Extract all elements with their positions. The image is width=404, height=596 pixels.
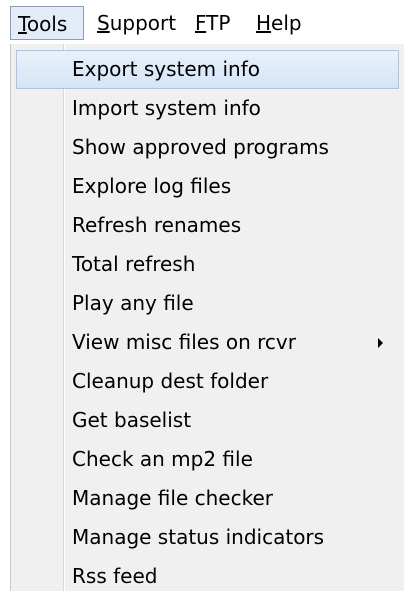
menu-ftp-label: TP — [206, 11, 231, 35]
menu-item-show-approved-programs[interactable]: Show approved programs — [11, 128, 403, 167]
menu-item-view-misc-files-on-rcvr[interactable]: View misc files on rcvr — [11, 323, 403, 362]
menu-ftp[interactable]: FTP — [195, 6, 230, 40]
menu-item-explore-log-files[interactable]: Explore log files — [11, 167, 403, 206]
menu-item-label: Manage file checker — [72, 486, 273, 510]
menu-item-label: Cleanup dest folder — [72, 369, 269, 393]
menu-item-manage-status-indicators[interactable]: Manage status indicators — [11, 518, 403, 557]
menu-tools-label: ools — [26, 12, 68, 36]
menu-item-check-an-mp2-file[interactable]: Check an mp2 file — [11, 440, 403, 479]
menu-item-label: Rss feed — [72, 564, 158, 588]
menu-item-label: Show approved programs — [72, 135, 329, 159]
menu-item-import-system-info[interactable]: Import system info — [11, 89, 403, 128]
menu-item-export-system-info[interactable]: Export system info — [16, 50, 399, 89]
menu-item-label: Import system info — [72, 96, 261, 120]
menu-item-refresh-renames[interactable]: Refresh renames — [11, 206, 403, 245]
menu-tools[interactable]: Tools — [10, 6, 84, 40]
menu-tools-mnemonic: T — [18, 12, 27, 36]
menu-item-label: Total refresh — [72, 252, 196, 276]
menu-item-rss-feed[interactable]: Rss feed — [11, 557, 403, 596]
menu-item-cleanup-dest-folder[interactable]: Cleanup dest folder — [11, 362, 403, 401]
chevron-right-icon — [378, 338, 383, 348]
menu-support[interactable]: Support — [97, 6, 176, 40]
menu-item-label: Play any file — [72, 291, 194, 315]
menu-help[interactable]: Help — [256, 6, 302, 40]
menu-item-label: Explore log files — [72, 174, 232, 198]
menu-bar: Tools Support FTP Help — [0, 0, 404, 46]
menu-item-total-refresh[interactable]: Total refresh — [11, 245, 403, 284]
menu-item-label: Refresh renames — [72, 213, 242, 237]
menu-help-label: elp — [271, 11, 302, 35]
menu-item-label: Export system info — [72, 57, 260, 81]
menu-item-play-any-file[interactable]: Play any file — [11, 284, 403, 323]
menu-support-label: upport — [109, 11, 177, 35]
menu-item-label: Check an mp2 file — [72, 447, 253, 471]
menu-item-label: View misc files on rcvr — [72, 330, 296, 354]
menu-item-manage-file-checker[interactable]: Manage file checker — [11, 479, 403, 518]
menu-help-mnemonic: H — [256, 11, 272, 35]
menu-support-mnemonic: S — [97, 11, 110, 35]
menu-item-label: Get baselist — [72, 408, 192, 432]
menu-item-label: Manage status indicators — [72, 525, 325, 549]
tools-menu-list: Export system info Import system info Sh… — [11, 50, 403, 596]
menu-ftp-mnemonic: F — [195, 11, 207, 35]
menu-item-get-baselist[interactable]: Get baselist — [11, 401, 403, 440]
tools-dropdown-menu: Export system info Import system info Sh… — [10, 44, 404, 591]
